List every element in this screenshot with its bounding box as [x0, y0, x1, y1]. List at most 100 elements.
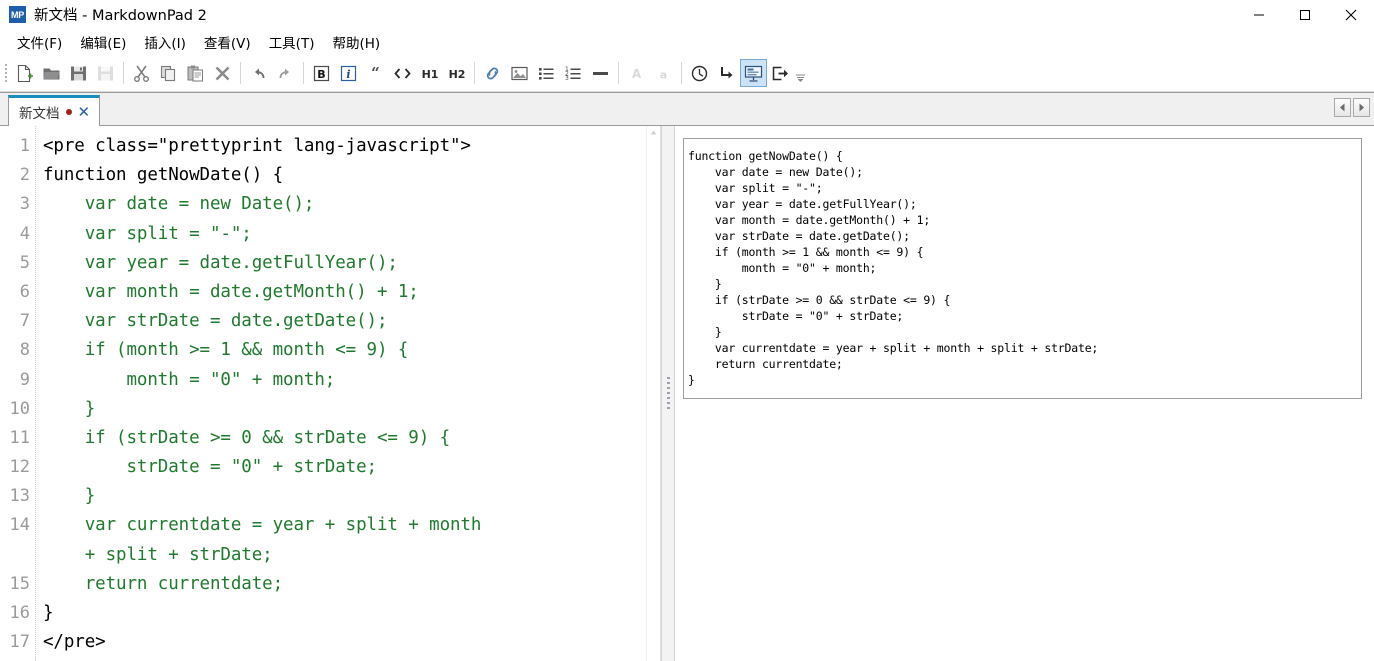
markdownpad-window: MP 新文档 - MarkdownPad 2 文件(F) 编辑(E) 插入(I)… — [0, 0, 1374, 661]
toolbar-separator — [474, 62, 475, 84]
editor-line: if (strDate >= 0 && strDate <= 9) { — [43, 427, 450, 448]
line-number-gutter: 1 2 3 4 5 6 7 8 9 10 11 12 13 14 15 16 1… — [0, 126, 36, 661]
window-controls — [1236, 0, 1374, 29]
pane-splitter[interactable] — [661, 126, 675, 661]
markdown-editor-pane[interactable]: 1 2 3 4 5 6 7 8 9 10 11 12 13 14 15 16 1… — [0, 126, 661, 661]
line-number: 3 — [19, 194, 30, 215]
editor-line: var strDate = date.getDate(); — [43, 311, 388, 332]
menu-insert[interactable]: 插入(I) — [135, 29, 195, 55]
save-icon[interactable] — [65, 59, 92, 87]
preview-line: month = "0" + month; — [688, 261, 877, 275]
svg-text:A: A — [632, 67, 642, 81]
preview-line: var split = "-"; — [688, 181, 823, 195]
line-number: 14 — [9, 515, 30, 536]
editor-line: </pre> — [43, 632, 106, 653]
tab-close-icon[interactable]: ✕ — [76, 104, 93, 121]
tab-scroll-right-button[interactable] — [1353, 98, 1370, 117]
image-icon[interactable] — [506, 59, 533, 87]
code-icon[interactable] — [389, 59, 416, 87]
title-bar: MP 新文档 - MarkdownPad 2 — [0, 0, 1374, 29]
editor-text-area[interactable]: <pre class="prettyprint lang-javascript"… — [36, 126, 660, 661]
close-button[interactable] — [1328, 0, 1374, 29]
svg-text:a: a — [660, 68, 667, 81]
preview-line: var strDate = date.getDate(); — [688, 229, 910, 243]
editor-line: if (month >= 1 && month <= 9) { — [43, 340, 409, 361]
heading1-icon[interactable]: H1 — [416, 59, 443, 87]
redo-icon[interactable] — [272, 59, 299, 87]
lowercase-a-icon[interactable]: a — [650, 59, 677, 87]
line-number: 1 — [19, 136, 30, 156]
minimize-button[interactable] — [1236, 0, 1282, 29]
italic-icon[interactable]: i — [335, 59, 362, 87]
line-number: 11 — [9, 427, 30, 448]
editor-line: var month = date.getMonth() + 1; — [43, 281, 419, 302]
bold-icon[interactable]: B — [308, 59, 335, 87]
numbered-list-icon[interactable]: 1 2 3 — [560, 59, 587, 87]
tab-scroll-controls — [1334, 98, 1370, 117]
save-as-icon[interactable] — [92, 59, 119, 87]
paste-icon[interactable] — [182, 59, 209, 87]
line-number: 5 — [19, 252, 30, 273]
indent-icon[interactable] — [713, 59, 740, 87]
undo-icon[interactable] — [245, 59, 272, 87]
line-number: 16 — [9, 603, 30, 623]
uppercase-a-icon[interactable]: A — [623, 59, 650, 87]
toolbar-separator — [303, 62, 304, 84]
delete-icon[interactable] — [209, 59, 236, 87]
preview-line: if (month >= 1 && month <= 9) { — [688, 245, 924, 259]
copy-icon[interactable] — [155, 59, 182, 87]
menu-view[interactable]: 查看(V) — [195, 29, 260, 55]
tab-label: 新文档 — [19, 106, 60, 122]
line-number: 12 — [9, 457, 30, 478]
menu-bar: 文件(F) 编辑(E) 插入(I) 查看(V) 工具(T) 帮助(H) — [0, 29, 1374, 55]
editor-line: var split = "-"; — [43, 223, 252, 244]
toolbar-separator — [681, 62, 682, 84]
preview-line: strDate = "0" + strDate; — [688, 309, 904, 323]
tab-bar: 新文档 ✕ — [0, 92, 1374, 126]
editor-line: } — [43, 486, 96, 507]
line-number: 9 — [19, 369, 30, 390]
preview-line: var date = new Date(); — [688, 165, 863, 179]
overflow-chevron-icon[interactable] — [794, 59, 807, 87]
horizontal-rule-icon[interactable] — [587, 59, 614, 87]
open-folder-icon[interactable] — [38, 59, 65, 87]
editor-line: var year = date.getFullYear(); — [43, 252, 398, 273]
html-preview-pane[interactable]: function getNowDate() { var date = new D… — [675, 126, 1374, 661]
heading2-icon[interactable]: H2 — [443, 59, 470, 87]
line-number: 6 — [19, 281, 30, 302]
scrollbar-up-arrow-icon[interactable] — [647, 126, 660, 139]
tab-scroll-left-button[interactable] — [1334, 98, 1351, 117]
menu-edit[interactable]: 编辑(E) — [71, 29, 135, 55]
new-document-icon[interactable] — [11, 59, 38, 87]
export-icon[interactable] — [767, 59, 794, 87]
svg-text:H2: H2 — [448, 68, 465, 81]
toolbar-grip[interactable] — [2, 60, 10, 86]
tab-new-document[interactable]: 新文档 ✕ — [8, 95, 101, 126]
presentation-icon[interactable] — [740, 59, 767, 87]
line-number: 17 — [9, 632, 30, 653]
editor-line: return currentdate; — [43, 573, 284, 594]
menu-tools[interactable]: 工具(T) — [260, 29, 324, 55]
preview-code-block: function getNowDate() { var date = new D… — [683, 138, 1362, 399]
window-title: 新文档 - MarkdownPad 2 — [34, 8, 207, 24]
editor-line: var date = new Date(); — [43, 194, 315, 215]
menu-file[interactable]: 文件(F) — [8, 29, 71, 55]
bullet-list-icon[interactable] — [533, 59, 560, 87]
line-number-wrap — [0, 541, 35, 570]
clock-icon[interactable] — [686, 59, 713, 87]
editor-line: <pre class="prettyprint lang-javascript"… — [43, 136, 471, 156]
preview-line: var currentdate = year + split + month +… — [688, 341, 1099, 355]
editor-vertical-scrollbar[interactable] — [646, 126, 660, 661]
preview-line: } — [688, 325, 722, 339]
cut-icon[interactable] — [128, 59, 155, 87]
editor-line-wrapped: + split + strDate; — [43, 544, 273, 565]
preview-line: if (strDate >= 0 && strDate <= 9) { — [688, 293, 951, 307]
link-icon[interactable] — [479, 59, 506, 87]
toolbar-separator — [618, 62, 619, 84]
blockquote-icon[interactable]: “ — [362, 59, 389, 87]
preview-line: } — [688, 277, 722, 291]
preview-line: var month = date.getMonth() + 1; — [688, 213, 931, 227]
line-number: 7 — [19, 311, 30, 332]
maximize-button[interactable] — [1282, 0, 1328, 29]
menu-help[interactable]: 帮助(H) — [323, 29, 389, 55]
